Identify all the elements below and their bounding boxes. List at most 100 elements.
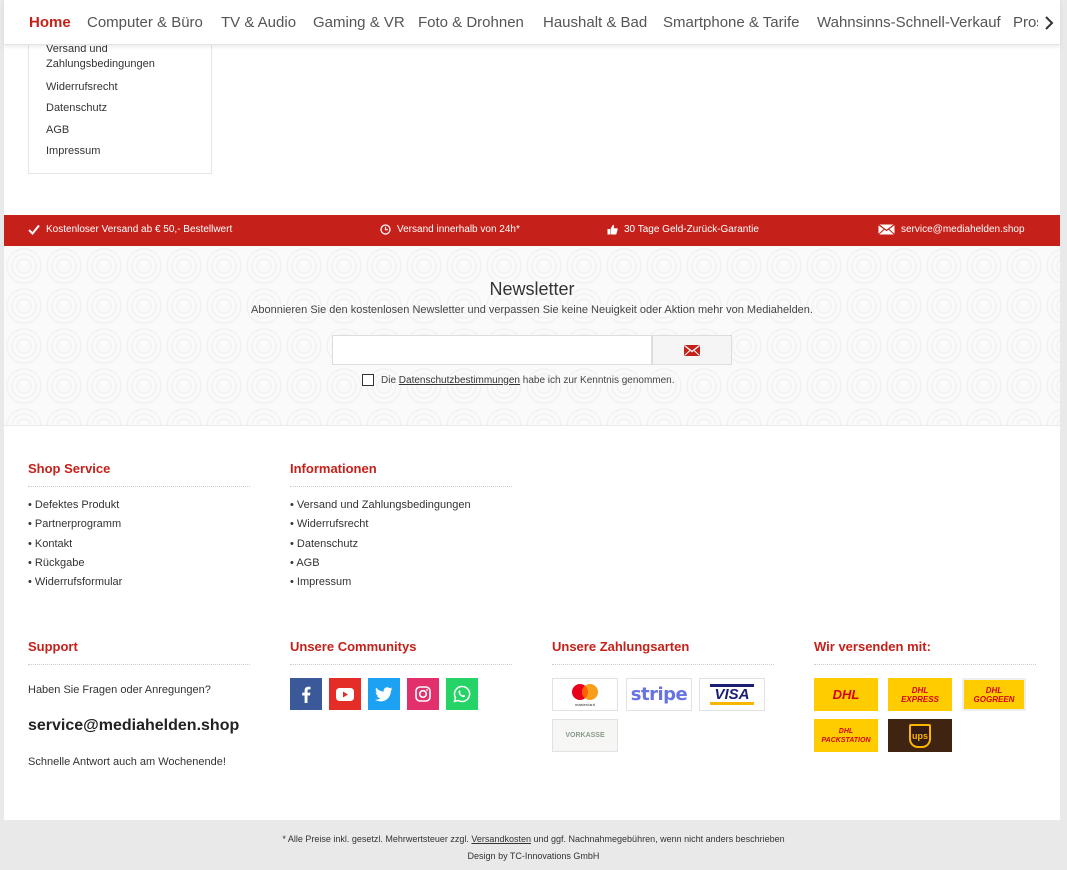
footer-link-agb[interactable]: AGB — [290, 557, 319, 569]
price-disclaimer: * Alle Preise inkl. gesetzl. Mehrwertste… — [0, 834, 1067, 844]
newsletter-consent-checkbox[interactable] — [362, 374, 374, 386]
twitter-button[interactable] — [368, 678, 400, 710]
usp-money-back-text: 30 Tage Geld-Zurück-Garantie — [624, 224, 759, 235]
ups-wordmark: ups — [911, 730, 928, 741]
nav-item-wahnsinns-schnell-verkauf[interactable]: Wahnsinns-Schnell-Verkauf — [817, 14, 1001, 31]
envelope-icon — [878, 224, 895, 235]
usp-free-shipping-text: Kostenloser Versand ab € 50,- Bestellwer… — [46, 224, 233, 235]
nav-item-computer-buero[interactable]: Computer & Büro — [87, 14, 203, 31]
instagram-icon — [415, 686, 431, 702]
footer-link-versand-zahlung[interactable]: Versand und Zahlungsbedingungen — [290, 499, 471, 511]
youtube-icon — [336, 687, 354, 701]
mastercard-logo: mastercard — [572, 683, 598, 707]
footer-link-widerrufsrecht[interactable]: Widerrufsrecht — [290, 518, 369, 530]
dhl-gogreen-wordmark: DHL GOGREEN — [973, 685, 1015, 704]
nav-item-haushalt-bad[interactable]: Haushalt & Bad — [543, 14, 647, 31]
payment-logo-mastercard: mastercard — [552, 678, 618, 711]
newsletter-consent-text-after: habe ich zur Kenntnis genommen. — [522, 374, 675, 386]
visa-wordmark: VISA — [710, 684, 754, 705]
dhl-express-wordmark: DHL EXPRESS — [901, 685, 939, 704]
side-menu-datenschutz[interactable]: Datenschutz — [46, 101, 107, 116]
side-menu: Versand und Zahlungsbedingungen Widerruf… — [28, 30, 212, 174]
usp-shipping-time-text: Versand innerhalb von 24h* — [397, 224, 520, 235]
support-email-link[interactable]: service@mediahelden.shop — [28, 717, 239, 735]
newsletter-title: Newsletter — [489, 279, 575, 299]
footer-divider — [552, 664, 774, 665]
usp-bar: Kostenloser Versand ab € 50,- Bestellwer… — [4, 215, 1060, 246]
usp-free-shipping: Kostenloser Versand ab € 50,- Bestellwer… — [28, 224, 232, 235]
usp-service-email[interactable]: service@mediahelden.shop — [878, 224, 1025, 235]
footer-link-kontakt[interactable]: Kontakt — [28, 538, 72, 550]
footer-shipping-title: Wir versenden mit: — [814, 639, 931, 654]
newsletter-privacy-link[interactable]: Datenschutzbestimmungen — [399, 375, 520, 386]
footer-link-defektes-produkt[interactable]: Defektes Produkt — [28, 499, 119, 511]
footer-divider — [290, 664, 512, 665]
envelope-icon — [684, 344, 700, 356]
check-icon — [28, 224, 40, 235]
footer-divider — [814, 664, 1036, 665]
payment-logo-vorkasse: VORKASSE — [552, 719, 618, 752]
footer-informationen-title: Informationen — [290, 461, 377, 476]
footer-link-datenschutz[interactable]: Datenschutz — [290, 538, 358, 550]
nav-item-smartphone-tarife[interactable]: Smartphone & Tarife — [663, 14, 799, 31]
support-note: Schnelle Antwort auch am Wochenende! — [28, 756, 226, 768]
nav-item-tv-audio[interactable]: TV & Audio — [221, 14, 296, 31]
side-menu-versand[interactable]: Versand und Zahlungsbedingungen — [46, 42, 206, 72]
shipping-logo-dhl-express: DHL EXPRESS — [888, 678, 952, 711]
footer-link-widerrufsformular[interactable]: Widerrufsformular — [28, 576, 122, 588]
usp-service-email-text: service@mediahelden.shop — [901, 224, 1025, 235]
newsletter-submit-button[interactable] — [652, 335, 732, 365]
twitter-icon — [375, 686, 393, 701]
payment-logo-stripe: stripe — [626, 678, 692, 711]
footer-link-impressum[interactable]: Impressum — [290, 576, 351, 588]
mastercard-wordmark: mastercard — [575, 702, 595, 707]
facebook-icon — [302, 686, 311, 703]
footer-divider — [28, 664, 250, 665]
chevron-right-icon — [1045, 15, 1054, 30]
footer-payments-title: Unsere Zahlungsarten — [552, 639, 690, 654]
instagram-button[interactable] — [407, 678, 439, 710]
whatsapp-button[interactable] — [446, 678, 478, 710]
side-menu-widerrufsrecht[interactable]: Widerrufsrecht — [46, 80, 118, 95]
newsletter-subtitle: Abonnieren Sie den kostenlosen Newslette… — [251, 304, 813, 316]
support-question: Haben Sie Fragen oder Anregungen? — [28, 684, 211, 696]
footer-divider — [28, 486, 250, 487]
dhl-packstation-wordmark: DHL PACKSTATION — [821, 727, 871, 744]
whatsapp-icon — [453, 685, 471, 703]
usp-shipping-time: Versand innerhalb von 24h* — [380, 224, 520, 235]
footer-support-title: Support — [28, 639, 78, 654]
vorkasse-wordmark: VORKASSE — [565, 732, 605, 739]
footer-link-rueckgabe[interactable]: Rückgabe — [28, 557, 85, 569]
footer-divider — [290, 486, 512, 487]
shipping-logo-ups: ups — [888, 719, 952, 752]
price-disclaimer-after: und ggf. Nachnahmegebühren, wenn nicht a… — [533, 834, 785, 844]
side-menu-agb[interactable]: AGB — [46, 123, 69, 138]
stripe-wordmark: stripe — [630, 684, 688, 705]
youtube-button[interactable] — [329, 678, 361, 710]
shipping-logo-dhl: DHL — [814, 678, 878, 711]
usp-money-back: 30 Tage Geld-Zurück-Garantie — [607, 224, 759, 235]
side-menu-impressum[interactable]: Impressum — [46, 144, 100, 159]
dhl-wordmark: DHL — [832, 687, 860, 702]
footer-communities-title: Unsere Communitys — [290, 639, 417, 654]
versandkosten-link[interactable]: Versandkosten — [471, 834, 531, 844]
payment-logo-visa: VISA — [699, 678, 765, 711]
newsletter-email-input[interactable] — [332, 335, 652, 365]
thumbs-up-icon — [607, 224, 618, 235]
nav-scroll-right-button[interactable] — [1038, 0, 1060, 44]
nav-item-gaming-vr[interactable]: Gaming & VR — [313, 14, 405, 31]
footer-link-partnerprogramm[interactable]: Partnerprogramm — [28, 518, 121, 530]
newsletter-consent: Die Datenschutzbestimmungen habe ich zur… — [362, 374, 675, 386]
main-navigation: Home Computer & Büro TV & Audio Gaming &… — [4, 0, 1060, 45]
nav-item-home[interactable]: Home — [29, 14, 71, 31]
newsletter-consent-text-before: Die — [381, 374, 397, 386]
clock-icon — [380, 224, 391, 235]
newsletter-section: Newsletter Abonnieren Sie den kostenlose… — [4, 246, 1060, 426]
design-credit: Design by TC-Innovations GmbH — [467, 851, 600, 861]
footer-shop-service-title: Shop Service — [28, 461, 111, 476]
facebook-button[interactable] — [290, 678, 322, 710]
nav-item-foto-drohnen[interactable]: Foto & Drohnen — [418, 14, 524, 31]
price-disclaimer-before: * Alle Preise inkl. gesetzl. Mehrwertste… — [282, 834, 469, 844]
shipping-logo-dhl-packstation: DHL PACKSTATION — [814, 719, 878, 752]
shipping-logo-dhl-gogreen: DHL GOGREEN — [962, 678, 1026, 711]
